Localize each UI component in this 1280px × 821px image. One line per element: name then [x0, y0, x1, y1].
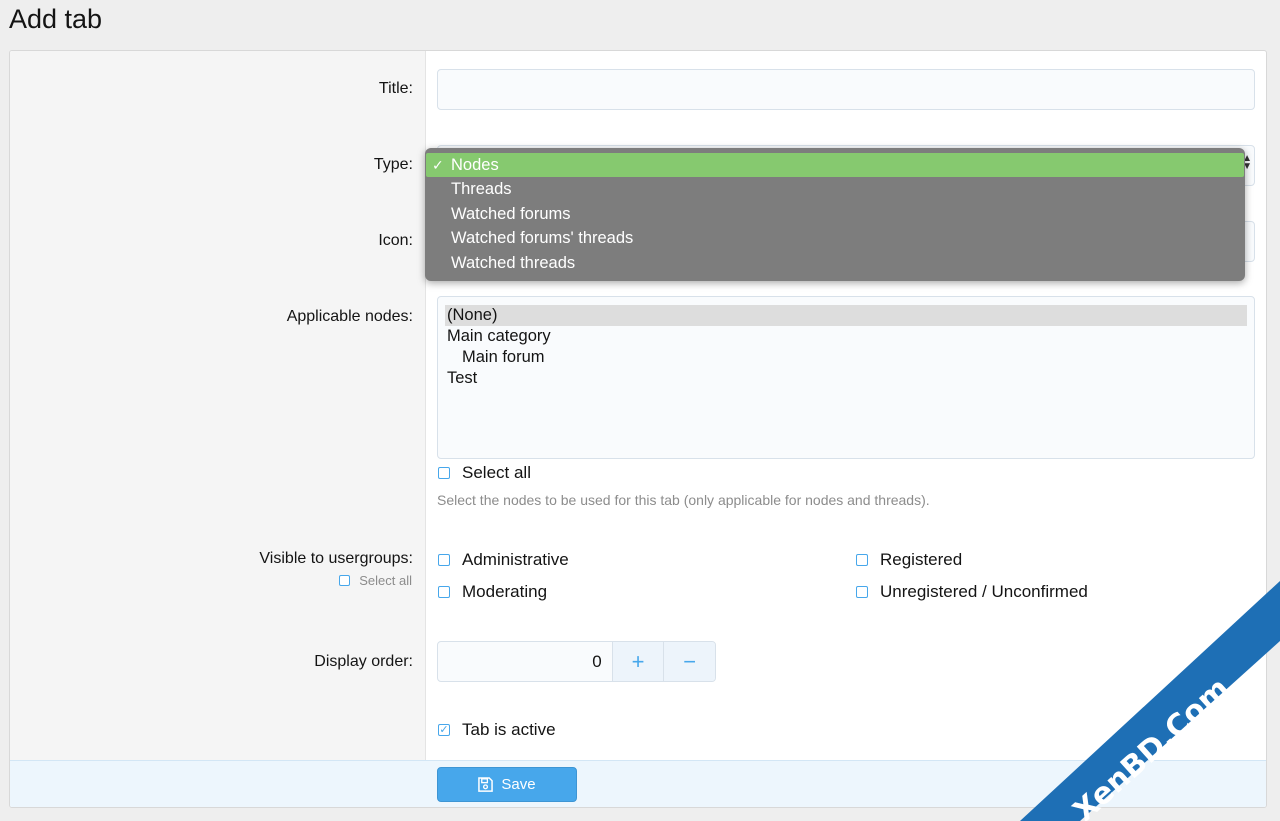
applicable-nodes-listbox[interactable]: (None) Main category Main forum Test: [437, 296, 1255, 459]
type-option-watched-forums-threads[interactable]: Watched forums' threads: [426, 226, 1244, 250]
display-order-stepper: 0 + −: [437, 641, 716, 682]
nodes-select-all[interactable]: Select all: [438, 463, 531, 483]
type-option-threads[interactable]: Threads: [426, 177, 1244, 201]
applicable-nodes-hint: Select the nodes to be used for this tab…: [437, 492, 930, 508]
checkbox-icon[interactable]: [339, 575, 351, 586]
node-option-none[interactable]: (None): [445, 305, 1247, 326]
node-option-main-forum[interactable]: Main forum: [445, 347, 1247, 368]
save-button-label: Save: [501, 776, 536, 793]
checkmark-icon: ✓: [432, 157, 444, 173]
usergroup-registered[interactable]: Registered: [856, 550, 962, 570]
usergroup-moderating[interactable]: Moderating: [438, 582, 547, 602]
type-option-watched-forums[interactable]: Watched forums: [426, 202, 1244, 226]
checkbox-icon[interactable]: [856, 586, 868, 598]
save-icon: [478, 777, 494, 792]
usergroup-unregistered[interactable]: Unregistered / Unconfirmed: [856, 582, 1088, 602]
type-option-nodes[interactable]: ✓ Nodes: [426, 153, 1244, 178]
decrement-button[interactable]: −: [663, 642, 715, 681]
checkbox-icon[interactable]: [856, 554, 868, 566]
display-order-label: Display order:: [314, 653, 413, 670]
save-button[interactable]: Save: [437, 767, 577, 802]
checkbox-icon[interactable]: [438, 467, 450, 479]
type-option-watched-threads[interactable]: Watched threads: [426, 251, 1244, 275]
node-option-main-category[interactable]: Main category: [445, 326, 1247, 347]
title-label: Title:: [378, 80, 413, 97]
checkbox-icon[interactable]: [438, 554, 450, 566]
checkbox-icon[interactable]: [438, 586, 450, 598]
title-input[interactable]: [437, 69, 1255, 110]
display-order-input[interactable]: 0: [438, 642, 612, 681]
applicable-nodes-label: Applicable nodes:: [286, 308, 413, 325]
nodes-select-all-label: Select all: [462, 463, 531, 482]
type-dropdown-menu: ✓ Nodes Threads Watched forums Watched f…: [425, 148, 1245, 281]
usergroups-select-all-label: Select all: [359, 573, 412, 588]
node-option-test[interactable]: Test: [445, 368, 1247, 389]
type-label: Type:: [373, 156, 413, 173]
tab-active-checkbox[interactable]: ✓ Tab is active: [438, 720, 556, 740]
usergroup-administrative[interactable]: Administrative: [438, 550, 569, 570]
checkbox-checked-icon[interactable]: ✓: [438, 724, 450, 736]
page-title: Add tab: [9, 4, 103, 34]
usergroups-select-all[interactable]: Select all: [339, 573, 412, 588]
icon-label: Icon:: [378, 232, 413, 249]
usergroups-label: Visible to usergroups:: [259, 550, 413, 567]
increment-button[interactable]: +: [611, 642, 664, 681]
tab-active-label: Tab is active: [462, 720, 556, 739]
submit-row: Save: [10, 760, 1266, 807]
